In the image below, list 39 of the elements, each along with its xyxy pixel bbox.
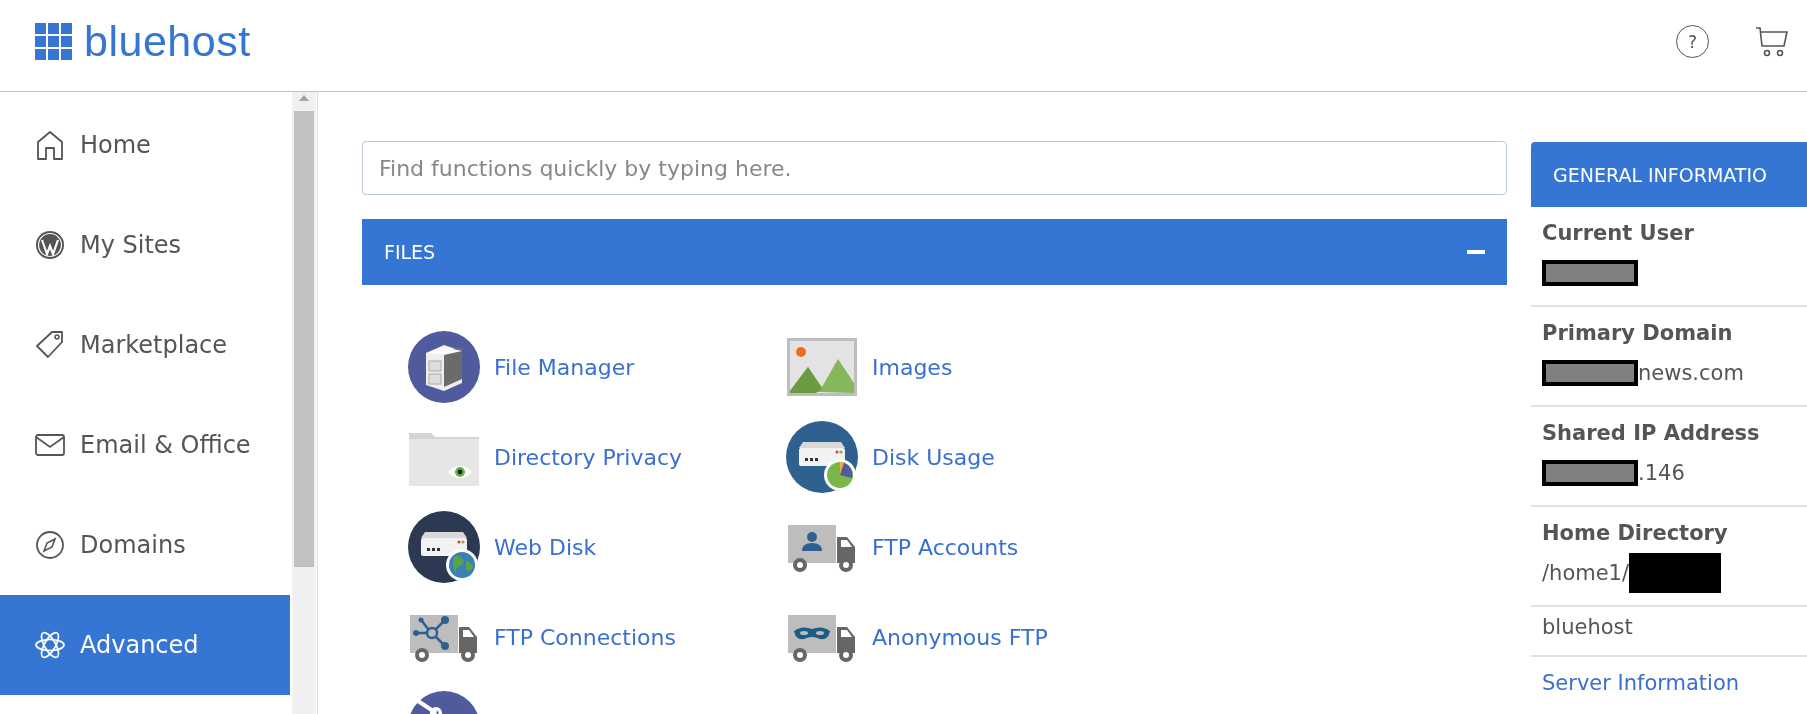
info-value: bluehost	[1542, 615, 1633, 639]
tag-icon	[34, 329, 66, 361]
section-header[interactable]: FILES	[362, 219, 1507, 285]
tool-link[interactable]: Disk Usage	[872, 444, 995, 470]
server-information-link[interactable]: Server Information	[1542, 671, 1740, 695]
tool-link[interactable]: FTP Accounts	[872, 534, 1019, 560]
tool-link[interactable]: Images	[872, 354, 953, 380]
atom-icon	[34, 629, 66, 661]
panel-title: GENERAL INFORMATIO	[1531, 142, 1807, 207]
server-icon[interactable]	[786, 421, 858, 493]
compass-icon	[34, 529, 66, 561]
tool-link[interactable]: File Manager	[494, 354, 635, 380]
tool-link[interactable]: FTP Connections	[494, 624, 676, 650]
sidebar-item[interactable]: Domains	[0, 495, 290, 595]
sidebar-item[interactable]: Marketplace	[0, 295, 290, 395]
info-label: Current User	[1542, 221, 1695, 245]
info-value: news.com	[1638, 361, 1744, 385]
cabinet-icon[interactable]	[408, 331, 480, 403]
tool-link[interactable]: Anonymous FTP	[872, 624, 1048, 650]
house-icon	[34, 129, 66, 161]
cart-icon[interactable]	[1755, 25, 1789, 58]
info-value: /home1/	[1542, 561, 1630, 585]
server-globe-icon[interactable]	[408, 511, 480, 583]
sidebar-item[interactable]: My Sites	[0, 195, 290, 295]
logo-wordmark[interactable]: bluehost	[84, 17, 251, 66]
info-label: Shared IP Address	[1542, 421, 1761, 445]
tool-link[interactable]: Web Disk	[494, 534, 597, 560]
sidebar-item[interactable]: Home	[0, 95, 290, 195]
tool-link[interactable]: Directory Privacy	[494, 444, 683, 470]
info-value: .146	[1638, 461, 1685, 485]
sidebar-item[interactable]: Advanced	[0, 595, 290, 695]
wordpress-icon	[34, 229, 66, 261]
sidebar-item[interactable]: Email & Office	[0, 395, 290, 495]
info-label: Primary Domain	[1542, 321, 1734, 345]
search-field[interactable]: Find functions quickly by typing here.	[362, 141, 1507, 195]
scrollbar-thumb[interactable]	[294, 111, 314, 567]
logo-grid-icon	[35, 23, 72, 60]
section-title: FILES	[384, 241, 436, 263]
info-label: Home Directory	[1542, 521, 1729, 545]
